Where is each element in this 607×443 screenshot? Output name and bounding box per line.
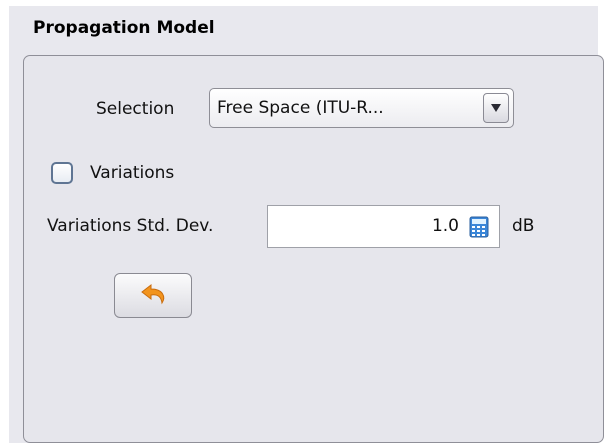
std-dev-label: Variations Std. Dev. [47,216,214,236]
dropdown-button[interactable] [483,93,509,123]
selection-dropdown[interactable]: Free Space (ITU-R... [209,88,514,128]
undo-arrow-icon [141,283,165,305]
dropdown-arrow-icon [491,104,501,112]
undo-button[interactable] [114,273,192,318]
calculator-icon[interactable] [469,216,489,238]
selection-label: Selection [96,99,175,119]
std-dev-unit: dB [512,216,535,236]
std-dev-value: 1.0 [431,216,459,236]
variations-label: Variations [90,163,175,183]
std-dev-input[interactable]: 1.0 [267,205,500,248]
variations-checkbox[interactable] [51,162,73,184]
panel-title: Propagation Model [33,18,215,38]
selection-value: Free Space (ITU-R... [217,98,384,118]
